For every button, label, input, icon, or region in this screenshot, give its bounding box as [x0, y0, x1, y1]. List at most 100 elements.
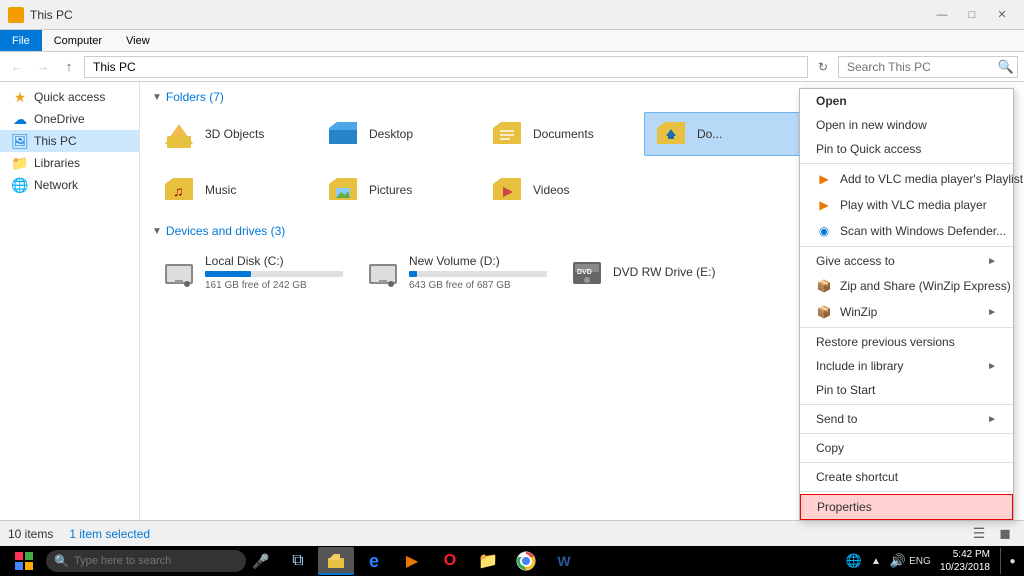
- window-title: This PC: [30, 8, 73, 22]
- cm-open-new-window-label: Open in new window: [816, 118, 927, 132]
- back-button[interactable]: ←: [6, 56, 28, 78]
- cm-include-library[interactable]: Include in library ►: [800, 354, 1013, 378]
- tray-clock[interactable]: 5:42 PM 10/23/2018: [934, 548, 996, 574]
- sidebar-item-network[interactable]: 🌐 Network: [0, 174, 139, 196]
- folder-item-3dobjects[interactable]: 3D Objects: [152, 112, 312, 156]
- cm-vlc-play[interactable]: ▶ Play with VLC media player: [800, 192, 1013, 218]
- folder-name-pictures: Pictures: [369, 183, 412, 197]
- drive-item-c[interactable]: Local Disk (C:) 161 GB free of 242 GB: [152, 246, 352, 298]
- folder-item-desktop[interactable]: Desktop: [316, 112, 476, 156]
- cm-create-shortcut[interactable]: Create shortcut: [800, 465, 1013, 489]
- winzip-icon-1: 📦: [816, 278, 832, 294]
- folder-item-downloads[interactable]: Do...: [644, 112, 804, 156]
- drive-fill-d: [409, 271, 417, 277]
- cm-winzip[interactable]: 📦 WinZip ►: [800, 299, 1013, 325]
- drive-item-d[interactable]: New Volume (D:) 643 GB free of 687 GB: [356, 246, 556, 298]
- tray-network-icon[interactable]: 🌐: [844, 548, 864, 574]
- window-controls: — □ ✕: [928, 4, 1016, 26]
- show-desktop-button[interactable]: ●: [1000, 548, 1020, 574]
- cm-open-label: Open: [816, 94, 847, 108]
- vlc-taskbar-button[interactable]: ▶: [394, 547, 430, 575]
- taskbar-mic-button[interactable]: 🎤: [248, 548, 274, 574]
- cm-sep-6: [800, 462, 1013, 463]
- sidebar-item-onedrive[interactable]: ☁ OneDrive: [0, 108, 139, 130]
- close-button[interactable]: ✕: [988, 4, 1016, 26]
- cm-properties[interactable]: Properties: [800, 494, 1013, 520]
- taskview-button[interactable]: ⧉: [280, 547, 316, 575]
- tiles-view-button[interactable]: ◼: [994, 523, 1016, 545]
- search-button[interactable]: 🔍: [998, 59, 1014, 75]
- cm-winzip-express[interactable]: 📦 Zip and Share (WinZip Express): [800, 273, 1013, 299]
- address-field[interactable]: This PC: [84, 56, 808, 78]
- cm-restore-versions-label: Restore previous versions: [816, 335, 955, 349]
- cm-sep-2: [800, 246, 1013, 247]
- forward-button[interactable]: →: [32, 56, 54, 78]
- ribbon-tab-view[interactable]: View: [114, 30, 162, 51]
- sidebar-item-this-pc[interactable]: 🖼 This PC: [0, 130, 139, 152]
- folder-item-videos[interactable]: Videos: [480, 168, 640, 212]
- title-bar: This PC — □ ✕: [0, 0, 1024, 30]
- minimize-button[interactable]: —: [928, 4, 956, 26]
- explorer-button[interactable]: [318, 547, 354, 575]
- folder-item-pictures[interactable]: Pictures: [316, 168, 476, 212]
- cm-open[interactable]: Open: [800, 89, 1013, 113]
- vlc-icon-1: ▶: [816, 171, 832, 187]
- cm-sep-7: [800, 491, 1013, 492]
- drives-toggle[interactable]: ▼: [152, 226, 162, 237]
- taskbar: 🔍 🎤 ⧉ e ▶ O 📁 W 🌐 ▲ 🔊 ENG 5:42 PM 10/23/…: [0, 546, 1024, 576]
- cm-defender-label: ◉ Scan with Windows Defender...: [816, 223, 1006, 239]
- word-button[interactable]: W: [546, 547, 582, 575]
- drive-item-e[interactable]: DVD DVD RW Drive (E:): [560, 246, 760, 298]
- title-bar-app-icon: [8, 7, 24, 23]
- sidebar-item-libraries[interactable]: 📁 Libraries: [0, 152, 139, 174]
- tray-lang-label[interactable]: ENG: [910, 548, 930, 574]
- folder-icon-documents: [489, 116, 525, 152]
- sidebar-label-libraries: Libraries: [34, 156, 80, 170]
- ribbon-tab-computer[interactable]: Computer: [42, 30, 114, 51]
- start-button[interactable]: [4, 548, 44, 574]
- refresh-button[interactable]: ↻: [812, 56, 834, 78]
- cm-vlc-play-label: ▶ Play with VLC media player: [816, 197, 987, 213]
- taskbar-search-wrapper: 🔍: [46, 550, 246, 572]
- cm-vlc-playlist[interactable]: ▶ Add to VLC media player's Playlist: [800, 166, 1013, 192]
- folder-item-music[interactable]: ♫ Music: [152, 168, 312, 212]
- libraries-icon: 📁: [12, 155, 28, 171]
- folder-icon-videos: [489, 172, 525, 208]
- drive-size-d: 643 GB free of 687 GB: [409, 280, 547, 291]
- drive-name-e: DVD RW Drive (E:): [613, 265, 751, 279]
- cm-pin-quick-access[interactable]: Pin to Quick access: [800, 137, 1013, 161]
- cm-give-access[interactable]: Give access to ►: [800, 249, 1013, 273]
- tray-volume-icon[interactable]: 🔊: [888, 548, 908, 574]
- cm-restore-versions[interactable]: Restore previous versions: [800, 330, 1013, 354]
- cm-send-to-label: Send to: [816, 412, 857, 426]
- cm-copy[interactable]: Copy: [800, 436, 1013, 460]
- folder-name-desktop: Desktop: [369, 127, 413, 141]
- folder-icon-downloads: [653, 116, 689, 152]
- ribbon: File Computer View: [0, 30, 1024, 52]
- folder-name-documents: Documents: [533, 127, 594, 141]
- cm-defender[interactable]: ◉ Scan with Windows Defender...: [800, 218, 1013, 244]
- chrome-button[interactable]: [508, 547, 544, 575]
- ribbon-tab-file[interactable]: File: [0, 30, 42, 51]
- opera-button[interactable]: O: [432, 547, 468, 575]
- details-view-button[interactable]: ☰: [968, 523, 990, 545]
- cm-send-to[interactable]: Send to ►: [800, 407, 1013, 431]
- search-input[interactable]: [838, 56, 1018, 78]
- folder-name-videos: Videos: [533, 183, 569, 197]
- drive-size-c: 161 GB free of 242 GB: [205, 280, 343, 291]
- cm-open-new-window[interactable]: Open in new window: [800, 113, 1013, 137]
- tray-time: 5:42 PM: [953, 548, 990, 561]
- cm-pin-start[interactable]: Pin to Start: [800, 378, 1013, 402]
- folders-toggle[interactable]: ▼: [152, 92, 162, 103]
- folder-item-documents[interactable]: Documents: [480, 112, 640, 156]
- files-button[interactable]: 📁: [470, 547, 506, 575]
- status-selected: 1 item selected: [69, 527, 150, 541]
- up-button[interactable]: ↑: [58, 56, 80, 78]
- maximize-button[interactable]: □: [958, 4, 986, 26]
- edge-button[interactable]: e: [356, 547, 392, 575]
- taskbar-search-input[interactable]: [46, 550, 246, 572]
- tray-expand-icon[interactable]: ▲: [866, 548, 886, 574]
- sidebar-item-quick-access[interactable]: ★ Quick access: [0, 86, 139, 108]
- tray-date: 10/23/2018: [940, 561, 990, 574]
- address-bar: ← → ↑ This PC ↻ 🔍: [0, 52, 1024, 82]
